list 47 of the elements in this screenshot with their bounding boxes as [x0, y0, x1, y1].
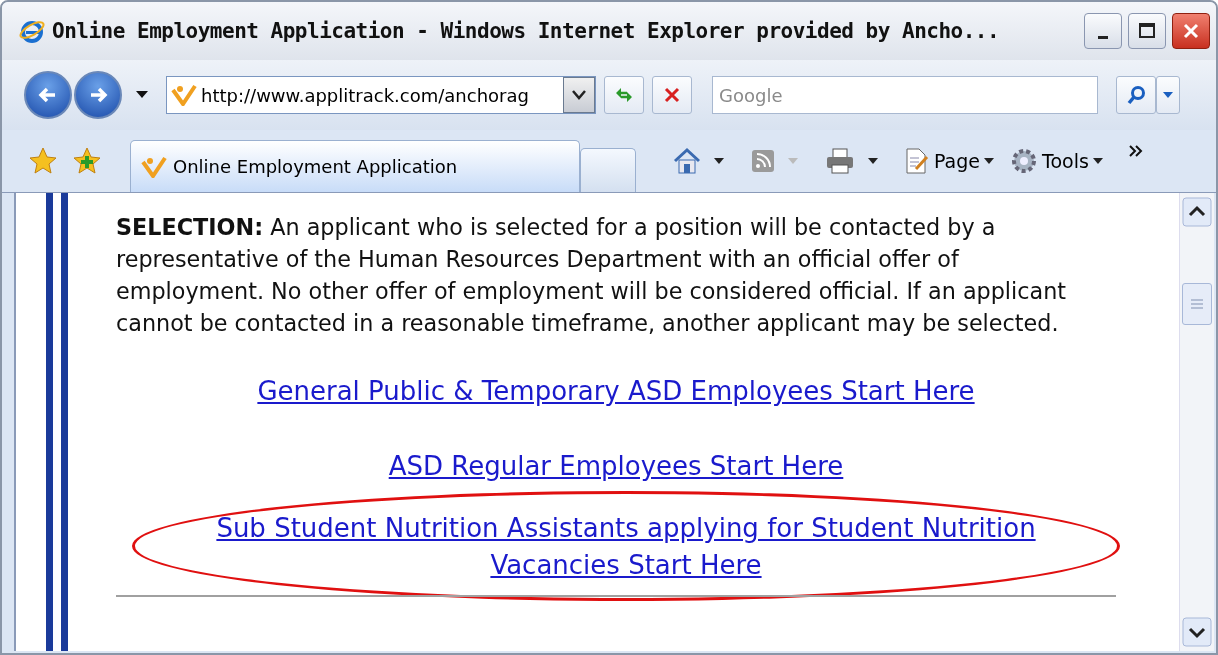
browser-tab[interactable]: Online Employment Application	[130, 140, 580, 192]
scrollbar[interactable]	[1179, 193, 1214, 651]
scroll-up-button[interactable]	[1182, 197, 1212, 227]
site-logo-icon	[171, 84, 197, 106]
site-logo-icon	[141, 155, 167, 178]
caret-icon	[984, 158, 994, 164]
minimize-button[interactable]	[1084, 13, 1122, 49]
chevron-icon[interactable]	[1128, 145, 1143, 157]
refresh-button[interactable]	[604, 76, 644, 114]
caret-icon[interactable]	[868, 158, 878, 164]
search-options-button[interactable]	[1156, 76, 1180, 114]
search-button[interactable]	[1116, 76, 1156, 114]
search-icon	[1125, 84, 1147, 106]
chevron-down-icon	[572, 90, 586, 100]
add-favorites-icon[interactable]	[72, 146, 102, 176]
close-icon	[662, 85, 682, 105]
selection-paragraph: SELECTION: An applicant who is selected for a position will be contacted by a representative of the Human Resources Department with an official offer of employment. No other offer of employment will be considered official. If an applicant cannot be contacted in a reasonable timeframe, another applicant may be selected.	[116, 213, 1068, 338]
page-icon	[904, 147, 930, 175]
minimize-icon	[1098, 35, 1108, 39]
grip-icon	[1191, 299, 1203, 309]
caret-icon	[1092, 158, 1103, 164]
back-button[interactable]	[24, 71, 72, 119]
caret-icon[interactable]	[714, 158, 724, 164]
address-field[interactable]: http://www.applitrack.com/anchorag	[166, 76, 596, 114]
feed-icon	[750, 148, 776, 174]
tools-menu-button[interactable]: Tools	[1006, 145, 1107, 177]
printer-icon	[824, 147, 856, 175]
window-title: Online Employment Application - Windows Internet Explorer provided by Ancho...	[52, 19, 1001, 43]
house-icon	[672, 147, 702, 175]
search-field[interactable]: Google	[712, 76, 1098, 114]
forward-button[interactable]	[74, 71, 122, 119]
maximize-icon	[1138, 22, 1156, 40]
scroll-down-button[interactable]	[1182, 617, 1212, 647]
close-button[interactable]	[1172, 13, 1210, 49]
caret-icon[interactable]	[136, 91, 148, 99]
start-link[interactable]: ASD Regular Employees Start Here	[388, 448, 844, 485]
start-link[interactable]: General Public & Temporary ASD Employees Start Here	[257, 373, 975, 410]
page-menu-button[interactable]: Page	[900, 145, 998, 177]
dropdown-button[interactable]	[563, 77, 595, 113]
start-link[interactable]: Sub Student Nutrition Assistants applying for Student Nutrition Vacancies Start Here	[179, 510, 1073, 584]
favorites-star-icon[interactable]	[28, 146, 58, 176]
close-icon	[1182, 22, 1200, 40]
stop-button[interactable]	[652, 76, 692, 114]
caret-icon	[1163, 91, 1173, 99]
scroll-thumb[interactable]	[1182, 283, 1212, 325]
gear-icon	[1010, 147, 1038, 175]
maximize-button[interactable]	[1128, 13, 1166, 49]
